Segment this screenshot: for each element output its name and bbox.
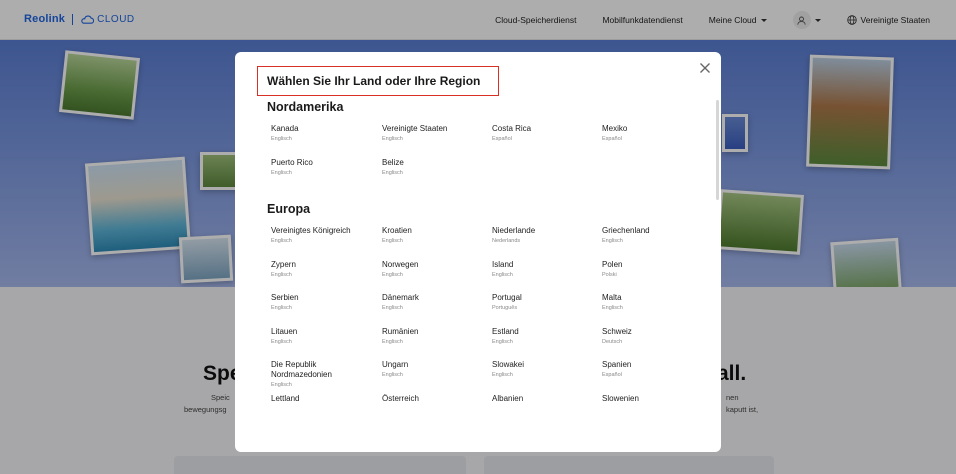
country-option[interactable]: Estland Englisch [492, 327, 600, 346]
country-language: Englisch [382, 271, 403, 278]
scrollbar[interactable] [716, 100, 719, 200]
country-language: Englisch [271, 271, 292, 278]
region-select-dialog: Wählen Sie Ihr Land oder Ihre Region Nor… [235, 52, 721, 452]
country-option[interactable]: Vereinigte Staaten Englisch [382, 124, 490, 143]
country-language: Englisch [382, 238, 403, 244]
country-option[interactable]: Griechenland Englisch [602, 226, 710, 245]
country-name: Litauen [271, 326, 298, 336]
close-icon[interactable] [699, 62, 711, 74]
country-option[interactable]: Schweiz Deutsch [602, 327, 710, 346]
country-name: Malta [602, 293, 622, 302]
dialog-title: Wählen Sie Ihr Land oder Ihre Region [257, 66, 499, 96]
country-language: Español [602, 136, 622, 142]
country-option[interactable]: Niederlande Nederlands [492, 226, 600, 245]
country-option[interactable]: Mexiko Español [602, 124, 710, 143]
country-language: Englisch [492, 338, 513, 345]
country-option[interactable]: Slowenien [602, 394, 710, 404]
country-option[interactable]: Ungarn Englisch [382, 360, 490, 379]
country-language: Español [602, 372, 622, 378]
region-heading: Nordamerika [267, 100, 344, 114]
country-name: Kroatien [382, 226, 412, 235]
country-name: Österreich [382, 393, 419, 403]
country-name: Vereinigte Staaten [382, 124, 448, 133]
country-name: Lettland [271, 393, 300, 403]
country-name: Polen [602, 259, 623, 269]
country-option[interactable]: Norwegen Englisch [382, 260, 490, 279]
country-option[interactable]: Puerto Rico Englisch [271, 158, 379, 177]
country-name: Vereinigtes Königreich [271, 226, 351, 235]
country-language: Deutsch [602, 338, 623, 345]
country-option[interactable]: Litauen Englisch [271, 327, 379, 346]
country-name: Ungarn [382, 360, 409, 369]
country-language: Englisch [271, 338, 292, 345]
country-language: Englisch [271, 382, 292, 388]
country-name: Spanien [602, 360, 632, 369]
country-option[interactable]: Albanien [492, 394, 600, 404]
country-name: Slowakei [492, 360, 525, 369]
region-heading: Europa [267, 202, 311, 216]
country-option[interactable]: Belize Englisch [382, 158, 490, 177]
country-option[interactable]: Slowakei Englisch [492, 360, 600, 379]
country-list[interactable]: Nordamerika Kanada Englisch Vereinigte Staa… [267, 100, 717, 452]
country-option[interactable]: Dänemark Englisch [382, 293, 490, 312]
country-option[interactable]: Spanien Español [602, 360, 710, 379]
country-language: Englisch [382, 169, 403, 176]
country-language: Englisch [382, 372, 403, 378]
country-option[interactable]: Zypern Englisch [271, 260, 379, 279]
country-option[interactable]: Vereinigtes Königreich Englisch [271, 226, 379, 245]
country-name: Norwegen [382, 259, 419, 269]
country-language: Englisch [271, 305, 292, 311]
country-language: Englisch [382, 305, 403, 311]
country-option[interactable]: Die Republik Nordmazedonien Englisch [271, 360, 379, 389]
country-option[interactable]: Island Englisch [492, 260, 600, 279]
country-name: Serbien [271, 293, 299, 302]
country-option[interactable]: Serbien Englisch [271, 293, 379, 312]
country-name: Island [492, 259, 514, 269]
country-option[interactable]: Kroatien Englisch [382, 226, 490, 245]
country-name: Schweiz [602, 326, 632, 336]
country-option[interactable]: Österreich [382, 394, 490, 404]
country-option[interactable]: Malta Englisch [602, 293, 710, 312]
country-language: Englisch [382, 136, 403, 142]
country-name: Puerto Rico [271, 157, 313, 167]
country-name: Portugal [492, 293, 522, 302]
country-name: Griechenland [602, 226, 650, 235]
country-name: Niederlande [492, 226, 536, 235]
country-name: Slowenien [602, 393, 639, 403]
country-name: Albanien [492, 393, 524, 403]
country-name: Dänemark [382, 293, 419, 302]
country-name: Die Republik Nordmazedonien [271, 360, 332, 379]
country-language: Englisch [492, 372, 513, 378]
country-language: Englisch [271, 169, 292, 176]
country-name: Zypern [271, 259, 296, 269]
country-name: Kanada [271, 124, 299, 133]
country-name: Estland [492, 326, 519, 336]
country-option[interactable]: Portugal Português [492, 293, 600, 312]
country-language: Englisch [271, 136, 292, 142]
country-language: Englisch [602, 238, 623, 244]
country-option[interactable]: Lettland [271, 394, 379, 404]
country-language: Englisch [382, 338, 403, 345]
country-name: Costa Rica [492, 124, 532, 133]
country-name: Mexiko [602, 124, 628, 133]
country-option[interactable]: Rumänien Englisch [382, 327, 490, 346]
country-language: Español [492, 136, 512, 142]
country-option[interactable]: Kanada Englisch [271, 124, 379, 143]
country-language: Português [492, 305, 518, 311]
country-option[interactable]: Polen Polski [602, 260, 710, 279]
country-language: Englisch [271, 238, 292, 244]
country-language: Polski [602, 271, 617, 278]
country-language: Englisch [602, 305, 623, 311]
country-name: Belize [382, 157, 404, 167]
country-language: Nederlands [492, 238, 521, 244]
country-language: Englisch [492, 271, 513, 278]
country-option[interactable]: Costa Rica Español [492, 124, 600, 143]
country-name: Rumänien [382, 326, 419, 336]
